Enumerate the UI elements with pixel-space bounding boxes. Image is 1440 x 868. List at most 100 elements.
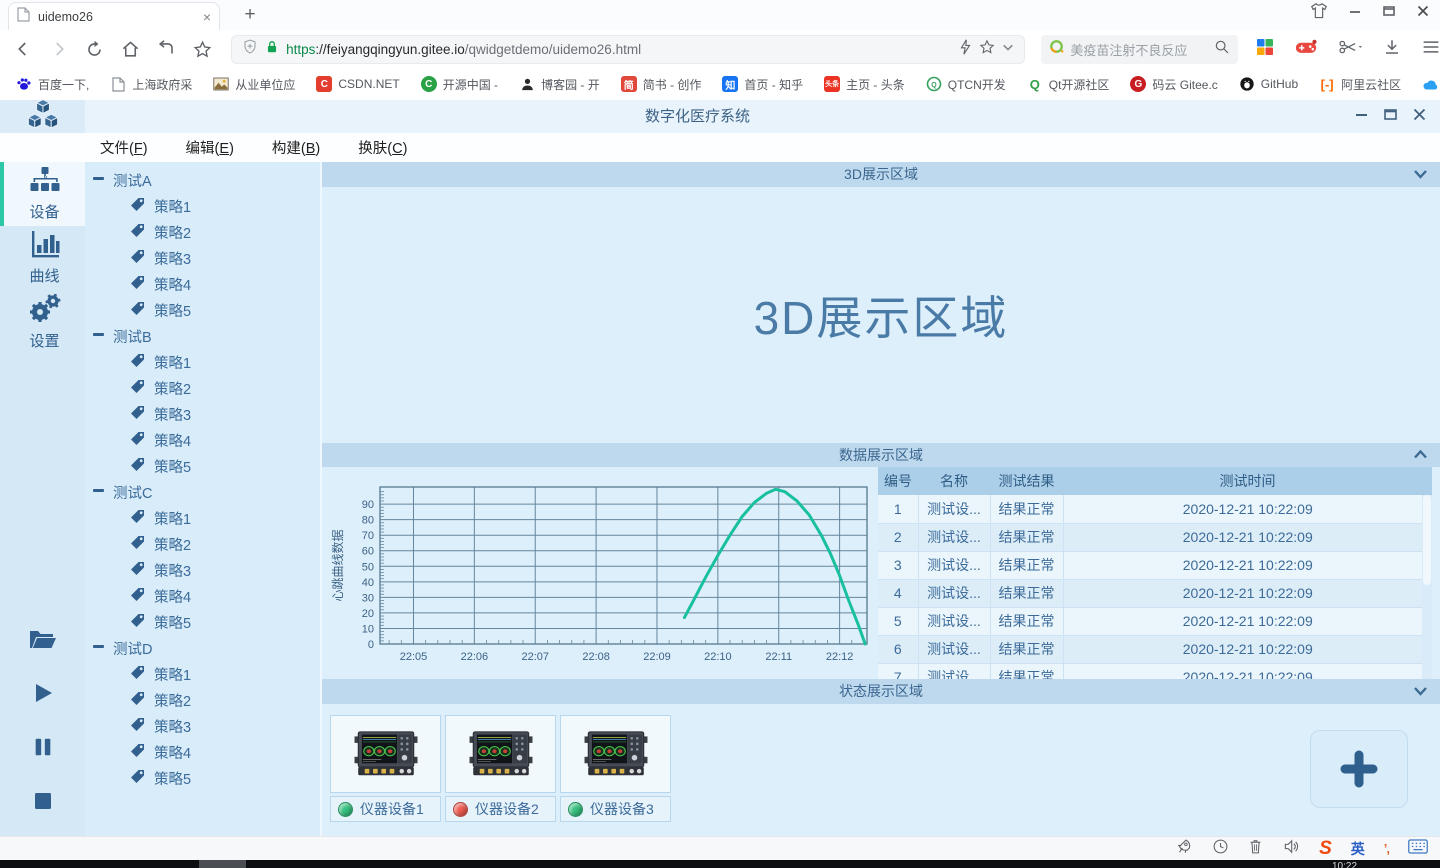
browser-restore-icon[interactable] (1382, 4, 1396, 18)
collapse-minus-icon[interactable] (93, 172, 104, 188)
theme-skin-icon[interactable] (1310, 3, 1328, 19)
shield-icon[interactable] (242, 38, 258, 60)
tree-item[interactable]: 策略1 (85, 193, 320, 219)
tree-item[interactable]: 策略3 (85, 401, 320, 427)
search-icon[interactable] (1214, 39, 1230, 60)
table-row[interactable]: 4测试设...结果正常2020-12-21 10:22:09 (878, 579, 1432, 607)
device-label[interactable]: 仪器设备2 (445, 796, 556, 822)
bookmark-item[interactable]: 百度一下, (16, 76, 89, 93)
back-icon[interactable] (12, 38, 34, 60)
download-icon[interactable] (1383, 38, 1401, 61)
tree-item[interactable]: 策略5 (85, 453, 320, 479)
bookmark-item[interactable]: 从业单位应 (213, 76, 295, 93)
apps-grid-icon[interactable] (1256, 38, 1274, 61)
rail-control-stop[interactable] (0, 776, 85, 830)
bookmark-item[interactable]: 知首页 - 知乎 (722, 76, 803, 93)
ime-punctuation-indicator[interactable]: ’, (1384, 841, 1389, 856)
lightning-icon[interactable] (959, 39, 972, 60)
rail-item-barchart[interactable]: 曲线 (0, 226, 85, 290)
rail-control-folder-open[interactable] (0, 614, 85, 668)
add-device-button[interactable] (1310, 730, 1408, 808)
games-icon[interactable] (1295, 38, 1317, 61)
reload-icon[interactable] (84, 38, 106, 60)
tree-item[interactable]: 策略4 (85, 427, 320, 453)
url-bar[interactable]: https://feiyangqingyun.gitee.io/qwidgetd… (231, 35, 1025, 64)
history-icon[interactable] (1212, 838, 1229, 860)
tree-item[interactable]: 策略1 (85, 505, 320, 531)
home-icon[interactable] (120, 38, 142, 60)
menu-B[interactable]: 构建(B) (266, 135, 326, 160)
table-row[interactable]: 7测试设...结果正常2020-12-21 10:22:09 (878, 663, 1432, 679)
sogou-input-icon[interactable]: S (1319, 839, 1332, 858)
tree-group[interactable]: 测试A (85, 167, 320, 193)
tree-item[interactable]: 策略3 (85, 557, 320, 583)
chevron-down-icon[interactable] (1413, 162, 1428, 187)
bookmark-item[interactable]: G码云 Gitee.c (1130, 76, 1217, 93)
app-maximize-icon[interactable] (1384, 108, 1397, 126)
tree-item[interactable]: 策略4 (85, 271, 320, 297)
bookmark-item[interactable]: [-]阿里云社区 (1319, 76, 1401, 93)
search-input[interactable]: 美疫苗注射不良反应 (1070, 40, 1208, 59)
rail-control-play[interactable] (0, 668, 85, 722)
collapse-minus-icon[interactable] (93, 640, 104, 656)
tree-group[interactable]: 测试C (85, 479, 320, 505)
bookmark-item[interactable]: QQt开源社区 (1027, 76, 1110, 93)
bookmark-star-icon[interactable] (979, 39, 995, 60)
browser-minimize-icon[interactable] (1348, 4, 1362, 18)
bookmark-item[interactable]: CCSDN.NET (316, 76, 399, 92)
trash-icon[interactable] (1248, 838, 1263, 860)
tree-item[interactable]: 策略4 (85, 583, 320, 609)
tree-item[interactable]: 策略2 (85, 219, 320, 245)
table-row[interactable]: 1测试设...结果正常2020-12-21 10:22:09 (878, 495, 1432, 523)
browser-tab-active[interactable]: uidemo26 × (8, 2, 220, 30)
new-tab-button[interactable]: + (238, 5, 262, 27)
tree-item[interactable]: 策略2 (85, 531, 320, 557)
url-dropdown-icon[interactable] (1002, 40, 1014, 58)
bookmark-item[interactable]: 头条主页 - 头条 (824, 76, 905, 93)
rail-control-pause[interactable] (0, 722, 85, 776)
device-card[interactable]: 仪器设备3 (560, 715, 671, 822)
keyboard-icon[interactable] (1408, 839, 1428, 859)
tree-item[interactable]: 策略2 (85, 687, 320, 713)
menu-E[interactable]: 编辑(E) (180, 135, 240, 160)
tree-group[interactable]: 测试D (85, 635, 320, 661)
menu-icon[interactable] (1422, 39, 1440, 60)
taskbar-app-button[interactable] (199, 860, 246, 868)
table-row[interactable]: 6测试设...结果正常2020-12-21 10:22:09 (878, 635, 1432, 663)
tree-item[interactable]: 策略5 (85, 765, 320, 791)
collapse-minus-icon[interactable] (93, 328, 104, 344)
tree-item[interactable]: 策略4 (85, 739, 320, 765)
menu-F[interactable]: 文件(F) (94, 135, 154, 160)
undo-icon[interactable] (155, 38, 177, 60)
tree-item[interactable]: 策略1 (85, 349, 320, 375)
windows-taskbar[interactable]: 10:22 (0, 860, 1440, 868)
app-minimize-icon[interactable] (1355, 108, 1368, 126)
app-close-icon[interactable] (1413, 108, 1426, 126)
table-scrollbar[interactable] (1422, 495, 1432, 679)
tree-item[interactable]: 策略3 (85, 245, 320, 271)
bookmark-item[interactable]: 博客园 - 开 (519, 76, 600, 93)
bookmark-item[interactable]: 简简书 - 创作 (621, 76, 702, 93)
search-box[interactable]: 美疫苗注射不良反应 (1041, 35, 1238, 64)
bookmark-item[interactable]: GitHub (1239, 76, 1298, 92)
device-card[interactable]: 仪器设备1 (330, 715, 441, 822)
ime-language-indicator[interactable]: 英 (1351, 839, 1365, 859)
speaker-icon[interactable] (1282, 838, 1300, 860)
section-header-status[interactable]: 状态展示区域 (322, 679, 1440, 704)
rocket-icon[interactable] (1176, 838, 1193, 860)
chevron-down-icon[interactable] (1413, 679, 1428, 704)
section-header-data[interactable]: 数据展示区域 (322, 443, 1440, 467)
browser-close-icon[interactable] (1416, 4, 1430, 18)
result-table[interactable]: 编号名称测试结果测试时间 1测试设...结果正常2020-12-21 10:22… (878, 467, 1432, 679)
device-label[interactable]: 仪器设备3 (560, 796, 671, 822)
table-row[interactable]: 3测试设...结果正常2020-12-21 10:22:09 (878, 551, 1432, 579)
tree-item[interactable]: 策略2 (85, 375, 320, 401)
forward-icon[interactable] (48, 38, 70, 60)
device-label[interactable]: 仪器设备1 (330, 796, 441, 822)
device-card[interactable]: 仪器设备2 (445, 715, 556, 822)
bookmark-item[interactable]: 上海政府采 (110, 76, 192, 93)
collapse-minus-icon[interactable] (93, 484, 104, 500)
tree-item[interactable]: 策略3 (85, 713, 320, 739)
bookmark-item[interactable]: QQTCN开发 (926, 76, 1006, 93)
bookmark-item[interactable]: 腾讯云社区 (1422, 76, 1440, 93)
